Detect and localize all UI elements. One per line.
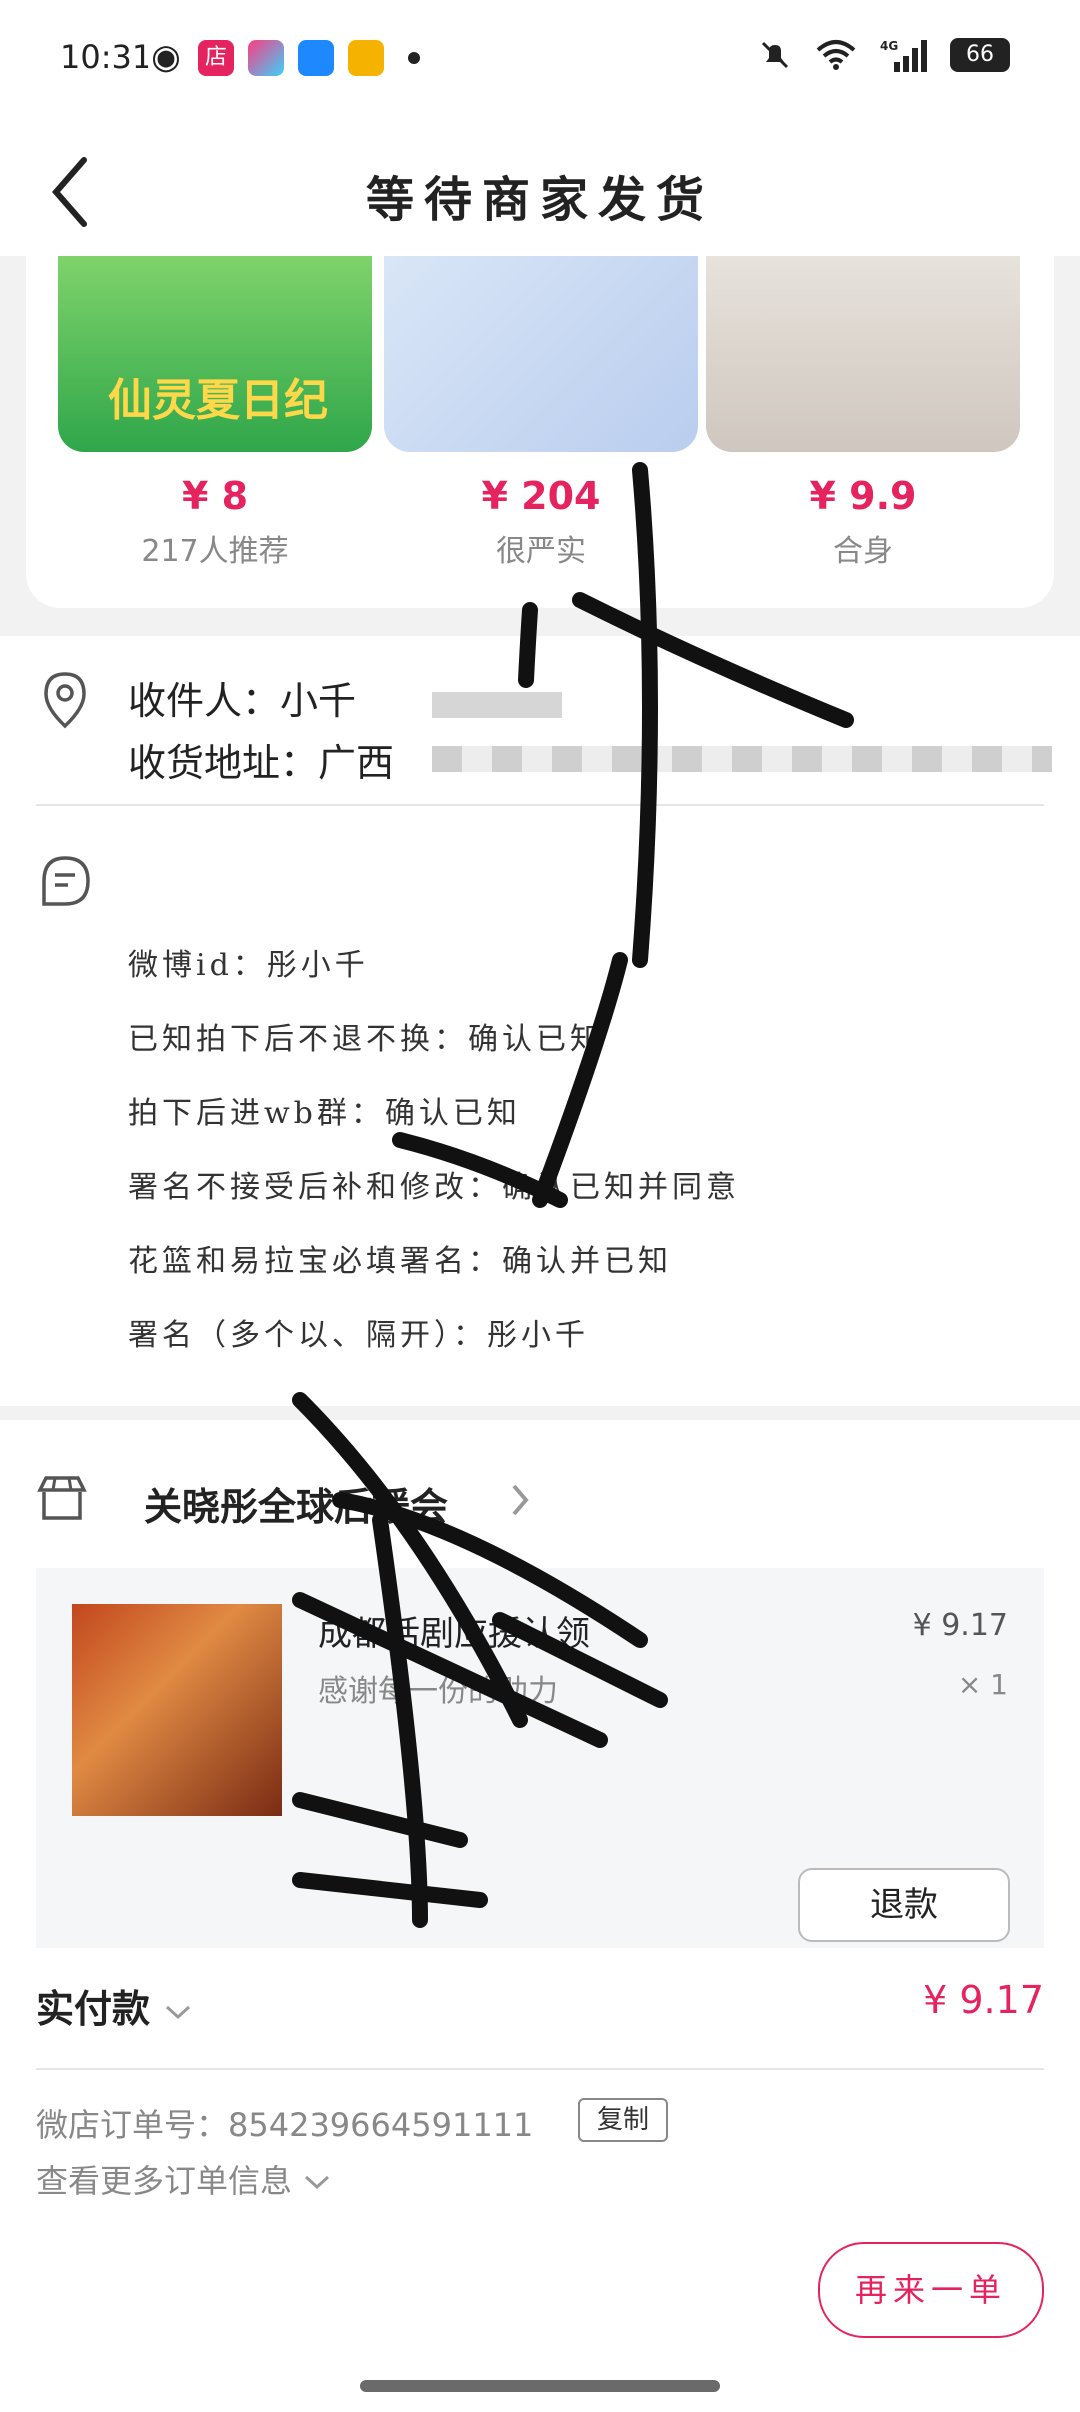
note-icon [42, 856, 90, 906]
product-card[interactable]: 成都话剧应援认领 感谢每一份的助力 ¥ 9.17 × 1 退款 [36, 1568, 1044, 1948]
buyer-note-line: 署名不接受后补和修改：确认已知并同意 [128, 1170, 740, 1205]
shop-icon [37, 1476, 87, 1520]
product-image [72, 1604, 282, 1816]
home-indicator[interactable] [360, 2380, 720, 2392]
recommend-price: ¥ 9.9 [809, 474, 917, 518]
chevron-down-icon [305, 2175, 330, 2190]
redacted-phone [432, 692, 562, 718]
divider [36, 804, 1044, 806]
recommend-subtext: 217人推荐 [141, 534, 289, 569]
weibo-icon [348, 40, 384, 76]
chevron-down-icon [166, 2005, 191, 2020]
more-order-info[interactable]: 查看更多订单信息 [36, 2156, 332, 2202]
buyer-note-line: 拍下后进wb群：确认已知 [128, 1096, 521, 1131]
divider [36, 2068, 1044, 2070]
product-price: ¥ 9.17 [912, 1608, 1008, 1643]
recommend-item[interactable]: ¥ 204 很严实 [384, 256, 698, 570]
recommend-item[interactable]: ¥ 9.9 合身 [706, 256, 1020, 570]
buy-again-button[interactable]: 再来一单 [818, 2242, 1044, 2338]
mute-icon [761, 41, 789, 69]
more-order-info-label: 查看更多订单信息 [36, 2162, 293, 2200]
redacted-address [432, 746, 1052, 772]
cell-signal-icon: 4G [880, 39, 927, 72]
wechat-icon: ◉ [148, 40, 184, 76]
page-title: 等待商家发货 [365, 172, 714, 228]
recommend-subtext: 合身 [833, 534, 893, 569]
buyer-note-line: 花篮和易拉宝必填署名：确认并已知 [128, 1244, 672, 1279]
recommend-image-text: 仙灵夏日纪 [108, 375, 328, 426]
status-time: 10:31 [60, 38, 153, 76]
product-subtitle: 感谢每一份的助力 [318, 1674, 558, 1709]
copy-button[interactable]: 复制 [578, 2098, 668, 2142]
address-section: 收件人：小千 收货地址：广西 微博id：彤小千 已知拍下后不退不换：确认已知 拍… [0, 636, 1080, 1406]
order-section: 关晓彤全球后援会 成都话剧应援认领 感谢每一份的助力 ¥ 9.17 × 1 退款… [0, 1420, 1080, 2212]
location-pin-icon [44, 672, 86, 729]
recommend-image: 仙灵夏日纪 [58, 256, 372, 452]
product-title: 成都话剧应援认领 [318, 1614, 590, 1654]
recommend-item[interactable]: 仙灵夏日纪 ¥ 8 217人推荐 [58, 256, 372, 570]
paid-amount: ¥ 9.17 [923, 1978, 1044, 2022]
paid-label[interactable]: 实付款 [36, 1978, 193, 2033]
refund-button[interactable]: 退款 [798, 1868, 1010, 1942]
recommend-subtext: 很严实 [496, 534, 586, 569]
notification-icons: ◉ 店 [148, 40, 420, 76]
product-quantity: × 1 [957, 1668, 1008, 1701]
order-number: 微店订单号：854239664591111 [36, 2106, 534, 2144]
wifi-icon [816, 40, 856, 70]
recommend-price: ¥ 204 [481, 474, 601, 518]
status-bar: 10:31 ◉ 店 4G 66 [0, 0, 1080, 130]
buyer-note-line: 微博id：彤小千 [128, 948, 369, 983]
buyer-note-line: 已知拍下后不退不换：确认已知 [128, 1022, 604, 1057]
status-right: 4G 66 [758, 38, 1010, 72]
svg-text:4G: 4G [880, 39, 898, 53]
shipping-address: 收货地址：广西 [128, 741, 395, 785]
battery-indicator: 66 [950, 38, 1010, 72]
message-app-icon [298, 40, 334, 76]
chevron-right-icon[interactable] [508, 1480, 532, 1520]
more-notifications-icon [408, 52, 420, 64]
recommend-price: ¥ 8 [181, 474, 249, 518]
weidian-icon: 店 [198, 40, 234, 76]
buyer-note-line: 署名（多个以、隔开）：彤小千 [128, 1318, 589, 1353]
recommend-image [384, 256, 698, 452]
video-app-icon [248, 40, 284, 76]
paid-label-text: 实付款 [36, 1987, 151, 2031]
recommend-card: 仙灵夏日纪 ¥ 8 217人推荐 ¥ 204 很严实 ¥ 9.9 合身 [26, 256, 1054, 608]
shop-name[interactable]: 关晓彤全球后援会 [144, 1476, 448, 1531]
recommend-image [706, 256, 1020, 452]
top-bar: 等待商家发货 [0, 130, 1080, 256]
bottom-bar: 再来一单 [0, 2212, 1080, 2412]
recipient-name: 收件人：小千 [128, 679, 357, 723]
